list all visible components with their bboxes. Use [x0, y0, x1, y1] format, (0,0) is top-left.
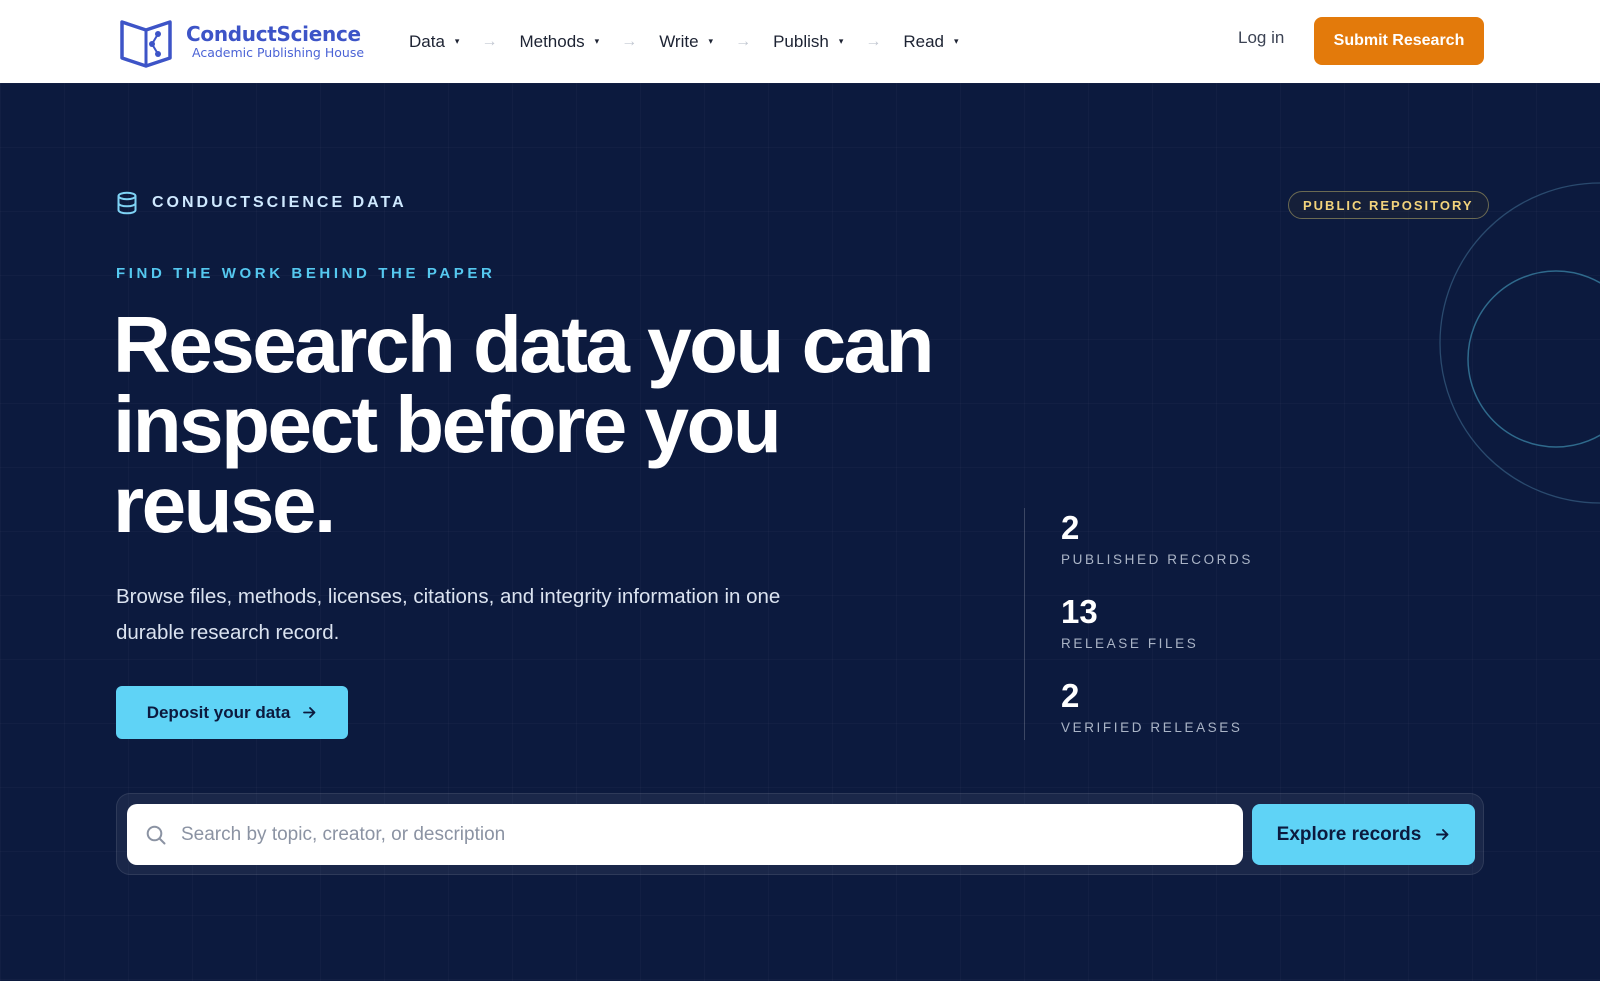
explore-button-label: Explore records — [1276, 823, 1422, 845]
stat-published-records: 2 PUBLISHED RECORDS — [1061, 508, 1253, 567]
open-book-share-icon — [120, 20, 172, 68]
stat-verified-releases: 2 VERIFIED RELEASES — [1061, 676, 1243, 735]
caret-down-icon: ▾ — [594, 36, 600, 46]
brand-tagline: Academic Publishing House — [192, 45, 365, 60]
login-link[interactable]: Log in — [1238, 28, 1284, 48]
hero-section: CONDUCTSCIENCE DATA PUBLIC REPOSITORY FI… — [0, 83, 1600, 981]
stat-value: 13 — [1061, 593, 1098, 630]
nav-item-read[interactable]: Read ▾ — [903, 32, 958, 52]
search-icon — [146, 825, 166, 844]
public-repository-badge: PUBLIC REPOSITORY — [1288, 191, 1489, 219]
main-menu: Data ▾ → Methods ▾ → Write ▾ → Publish ▾… — [409, 0, 959, 83]
arrow-separator-icon: → — [481, 32, 498, 50]
search-input[interactable] — [181, 823, 1221, 846]
stats-divider — [1024, 508, 1025, 740]
nav-item-methods[interactable]: Methods ▾ — [519, 32, 599, 52]
arrow-right-icon — [303, 707, 316, 718]
search-bar: Explore records — [116, 793, 1484, 875]
caret-down-icon: ▾ — [954, 36, 959, 46]
stat-label: VERIFIED RELEASES — [1061, 720, 1243, 735]
nav-item-label: Data — [409, 31, 445, 51]
brand-name: ConductScience — [186, 22, 361, 46]
stat-label: RELEASE FILES — [1061, 636, 1199, 651]
stat-label: PUBLISHED RECORDS — [1061, 552, 1253, 567]
arrow-separator-icon: → — [621, 32, 638, 50]
submit-research-button[interactable]: Submit Research — [1314, 17, 1484, 65]
nav-item-publish[interactable]: Publish ▾ — [773, 32, 843, 52]
arrow-right-icon — [1436, 829, 1449, 840]
hero-description: Browse files, methods, licenses, citatio… — [116, 585, 781, 644]
hero-headline: Research data you can inspect before you… — [113, 300, 934, 549]
stat-value: 2 — [1061, 677, 1080, 714]
stat-release-files: 13 RELEASE FILES — [1061, 592, 1198, 651]
deposit-data-button[interactable]: Deposit your data — [116, 686, 348, 739]
deposit-button-label: Deposit your data — [146, 702, 291, 722]
nav-item-label: Read — [903, 31, 945, 51]
arrow-separator-icon: → — [735, 32, 752, 50]
eyebrow-label: CONDUCTSCIENCE DATA — [152, 194, 407, 211]
nav-item-label: Methods — [519, 31, 585, 51]
section-eyebrow: CONDUCTSCIENCE DATA — [116, 191, 407, 215]
top-navbar: ConductScience Academic Publishing House… — [0, 0, 1600, 83]
database-icon — [117, 191, 137, 215]
explore-records-button[interactable]: Explore records — [1252, 804, 1475, 865]
nav-item-data[interactable]: Data ▾ — [409, 32, 459, 52]
nav-item-write[interactable]: Write ▾ — [659, 32, 713, 52]
nav-item-label: Publish — [773, 31, 829, 51]
caret-down-icon: ▾ — [708, 36, 714, 46]
caret-down-icon: ▾ — [454, 36, 460, 46]
search-box[interactable] — [127, 804, 1243, 865]
caret-down-icon: ▾ — [838, 36, 844, 46]
nav-item-label: Write — [659, 31, 699, 51]
hero-kicker: FIND THE WORK BEHIND THE PAPER — [116, 265, 496, 282]
stat-value: 2 — [1061, 509, 1080, 546]
brand-logo[interactable]: ConductScience Academic Publishing House — [118, 16, 364, 68]
arrow-separator-icon: → — [865, 32, 882, 50]
